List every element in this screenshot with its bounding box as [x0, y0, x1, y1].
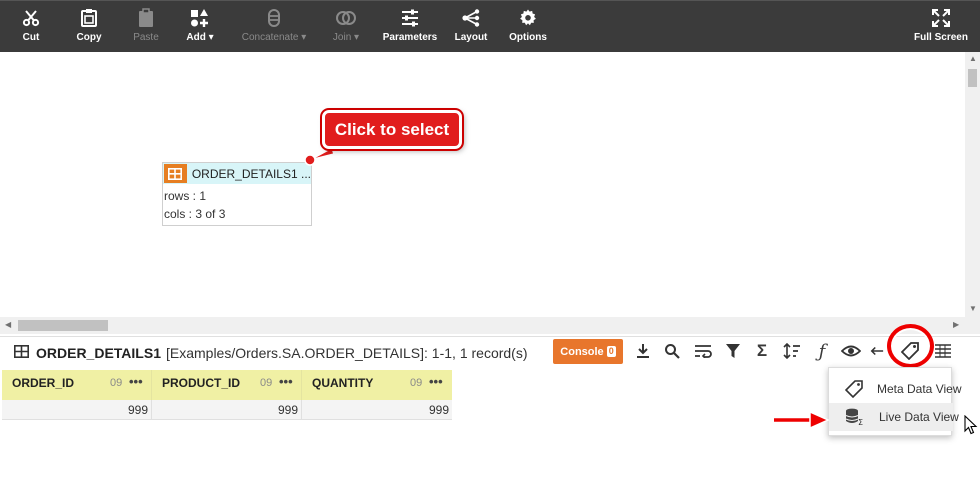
tag-icon — [845, 380, 863, 398]
layout-label: Layout — [454, 32, 488, 43]
concatenate-button[interactable]: Concatenate ▾ — [236, 1, 312, 53]
function-icon[interactable]: ƒ — [811, 340, 833, 362]
add-button[interactable]: Add ▾ — [182, 1, 218, 53]
column-type: 09 — [410, 377, 423, 389]
wrap-text-icon[interactable] — [692, 340, 714, 362]
column-header-order-id[interactable]: ORDER_ID 09 ••• — [2, 370, 152, 400]
horizontal-scroll-thumb[interactable] — [18, 320, 108, 331]
column-header-quantity[interactable]: QUANTITY 09 ••• — [302, 370, 452, 400]
view-mode-menu: Meta Data View Σ Live Data View — [828, 367, 962, 436]
column-type: 09 — [260, 377, 273, 389]
join-label: Join — [332, 32, 352, 43]
table-node-name: ORDER_DETAILS1 ... — [191, 166, 311, 181]
table-cell[interactable]: 999 — [2, 400, 152, 420]
concatenate-icon — [266, 7, 282, 29]
data-view-header: ORDER_DETAILS1 [Examples/Orders.SA.ORDER… — [0, 336, 980, 370]
column-name: QUANTITY — [312, 376, 374, 390]
console-label: Console — [560, 345, 604, 358]
cut-button[interactable]: Cut — [14, 1, 48, 53]
columns-icon[interactable] — [932, 340, 954, 362]
data-view-title: ORDER_DETAILS1 [Examples/Orders.SA.ORDER… — [14, 345, 528, 361]
red-arrow-annotation — [774, 410, 830, 430]
table-icon — [14, 345, 29, 361]
vertical-scroll-thumb[interactable] — [968, 69, 977, 87]
redo-icon[interactable] — [870, 340, 884, 362]
options-label: Options — [509, 32, 547, 43]
copy-label: Copy — [76, 32, 102, 43]
layout-button[interactable]: Layout — [452, 1, 490, 53]
paste-button[interactable]: Paste — [129, 1, 163, 53]
scroll-left-icon[interactable]: ◀ — [5, 321, 11, 329]
options-button[interactable]: Options — [508, 1, 548, 53]
sort-icon[interactable] — [781, 340, 803, 362]
column-name: ORDER_ID — [12, 376, 75, 390]
table-node-cols: cols : 3 of 3 — [164, 207, 226, 221]
scissors-icon — [22, 7, 40, 29]
table-cell[interactable]: 999 — [152, 400, 302, 420]
table-icon — [164, 164, 187, 183]
sliders-icon — [401, 7, 419, 29]
cut-label: Cut — [22, 32, 40, 43]
chevron-down-icon: ▾ — [301, 32, 307, 43]
copy-icon — [79, 7, 99, 29]
data-view-table-name: ORDER_DETAILS1 — [36, 345, 161, 361]
scroll-right-icon[interactable]: ▶ — [953, 321, 959, 329]
console-button[interactable]: Console 0 — [553, 339, 623, 364]
concatenate-label: Concatenate — [241, 32, 299, 43]
column-type: 09 — [110, 377, 123, 389]
parameters-button[interactable]: Parameters — [381, 1, 439, 53]
grid-header: ORDER_ID 09 ••• PRODUCT_ID 09 ••• QUANTI… — [2, 370, 452, 400]
table-node[interactable]: ORDER_DETAILS1 ... rows : 1 cols : 3 of … — [162, 162, 312, 226]
column-name: PRODUCT_ID — [162, 376, 241, 390]
expand-icon — [932, 7, 950, 29]
scroll-down-icon[interactable]: ▼ — [969, 305, 977, 313]
add-shapes-icon — [190, 7, 210, 29]
menu-item-label: Live Data View — [879, 410, 959, 424]
menu-item-meta-data-view[interactable]: Meta Data View — [829, 375, 962, 403]
copy-button[interactable]: Copy — [72, 1, 106, 53]
add-label: Add — [186, 32, 206, 43]
join-button[interactable]: Join ▾ — [328, 1, 364, 53]
sigma-icon[interactable]: Σ — [751, 340, 773, 362]
menu-item-live-data-view[interactable]: Σ Live Data View — [829, 403, 959, 431]
mouse-cursor-icon — [964, 415, 978, 435]
column-menu-icon[interactable]: ••• — [429, 374, 443, 389]
table-node-rows: rows : 1 — [164, 189, 207, 203]
data-view-path: [Examples/Orders.SA.ORDER_DETAILS]: 1-1,… — [165, 345, 528, 361]
parameters-label: Parameters — [382, 32, 438, 43]
database-sigma-icon: Σ — [845, 408, 865, 426]
clipboard-icon — [137, 7, 155, 29]
column-header-product-id[interactable]: PRODUCT_ID 09 ••• — [152, 370, 302, 400]
filter-icon[interactable] — [722, 340, 744, 362]
paste-label: Paste — [133, 32, 159, 43]
menu-item-label: Meta Data View — [877, 382, 962, 396]
diagram-canvas[interactable] — [0, 52, 980, 335]
console-count-badge: 0 — [606, 346, 616, 357]
chevron-down-icon: ▾ — [354, 32, 360, 43]
svg-text:Σ: Σ — [858, 418, 863, 426]
chevron-down-icon: ▾ — [208, 32, 214, 43]
download-icon[interactable] — [632, 340, 654, 362]
horizontal-scrollbar[interactable]: ◀ ▶ — [0, 317, 980, 334]
table-cell[interactable]: 999 — [302, 400, 452, 420]
column-menu-icon[interactable]: ••• — [129, 374, 143, 389]
column-menu-icon[interactable]: ••• — [279, 374, 293, 389]
tree-layout-icon — [461, 7, 481, 29]
toolbar: Cut Copy Paste Add ▾ Concatenate ▾ Join … — [0, 0, 980, 52]
app-window: Cut Copy Paste Add ▾ Concatenate ▾ Join … — [0, 0, 980, 486]
highlight-ring — [887, 324, 934, 368]
fullscreen-button[interactable]: Full Screen — [912, 1, 970, 53]
scroll-up-icon[interactable]: ▲ — [969, 55, 977, 63]
search-icon[interactable] — [661, 340, 683, 362]
eye-icon[interactable] — [840, 340, 862, 362]
join-icon — [335, 7, 357, 29]
fullscreen-label: Full Screen — [914, 32, 968, 43]
vertical-scrollbar[interactable]: ▲ ▼ — [965, 52, 980, 317]
table-node-header[interactable]: ORDER_DETAILS1 ... — [163, 163, 311, 184]
table-row[interactable]: 999 999 999 — [2, 400, 452, 420]
gear-icon — [519, 7, 537, 29]
click-to-select-callout: Click to select — [322, 110, 462, 149]
